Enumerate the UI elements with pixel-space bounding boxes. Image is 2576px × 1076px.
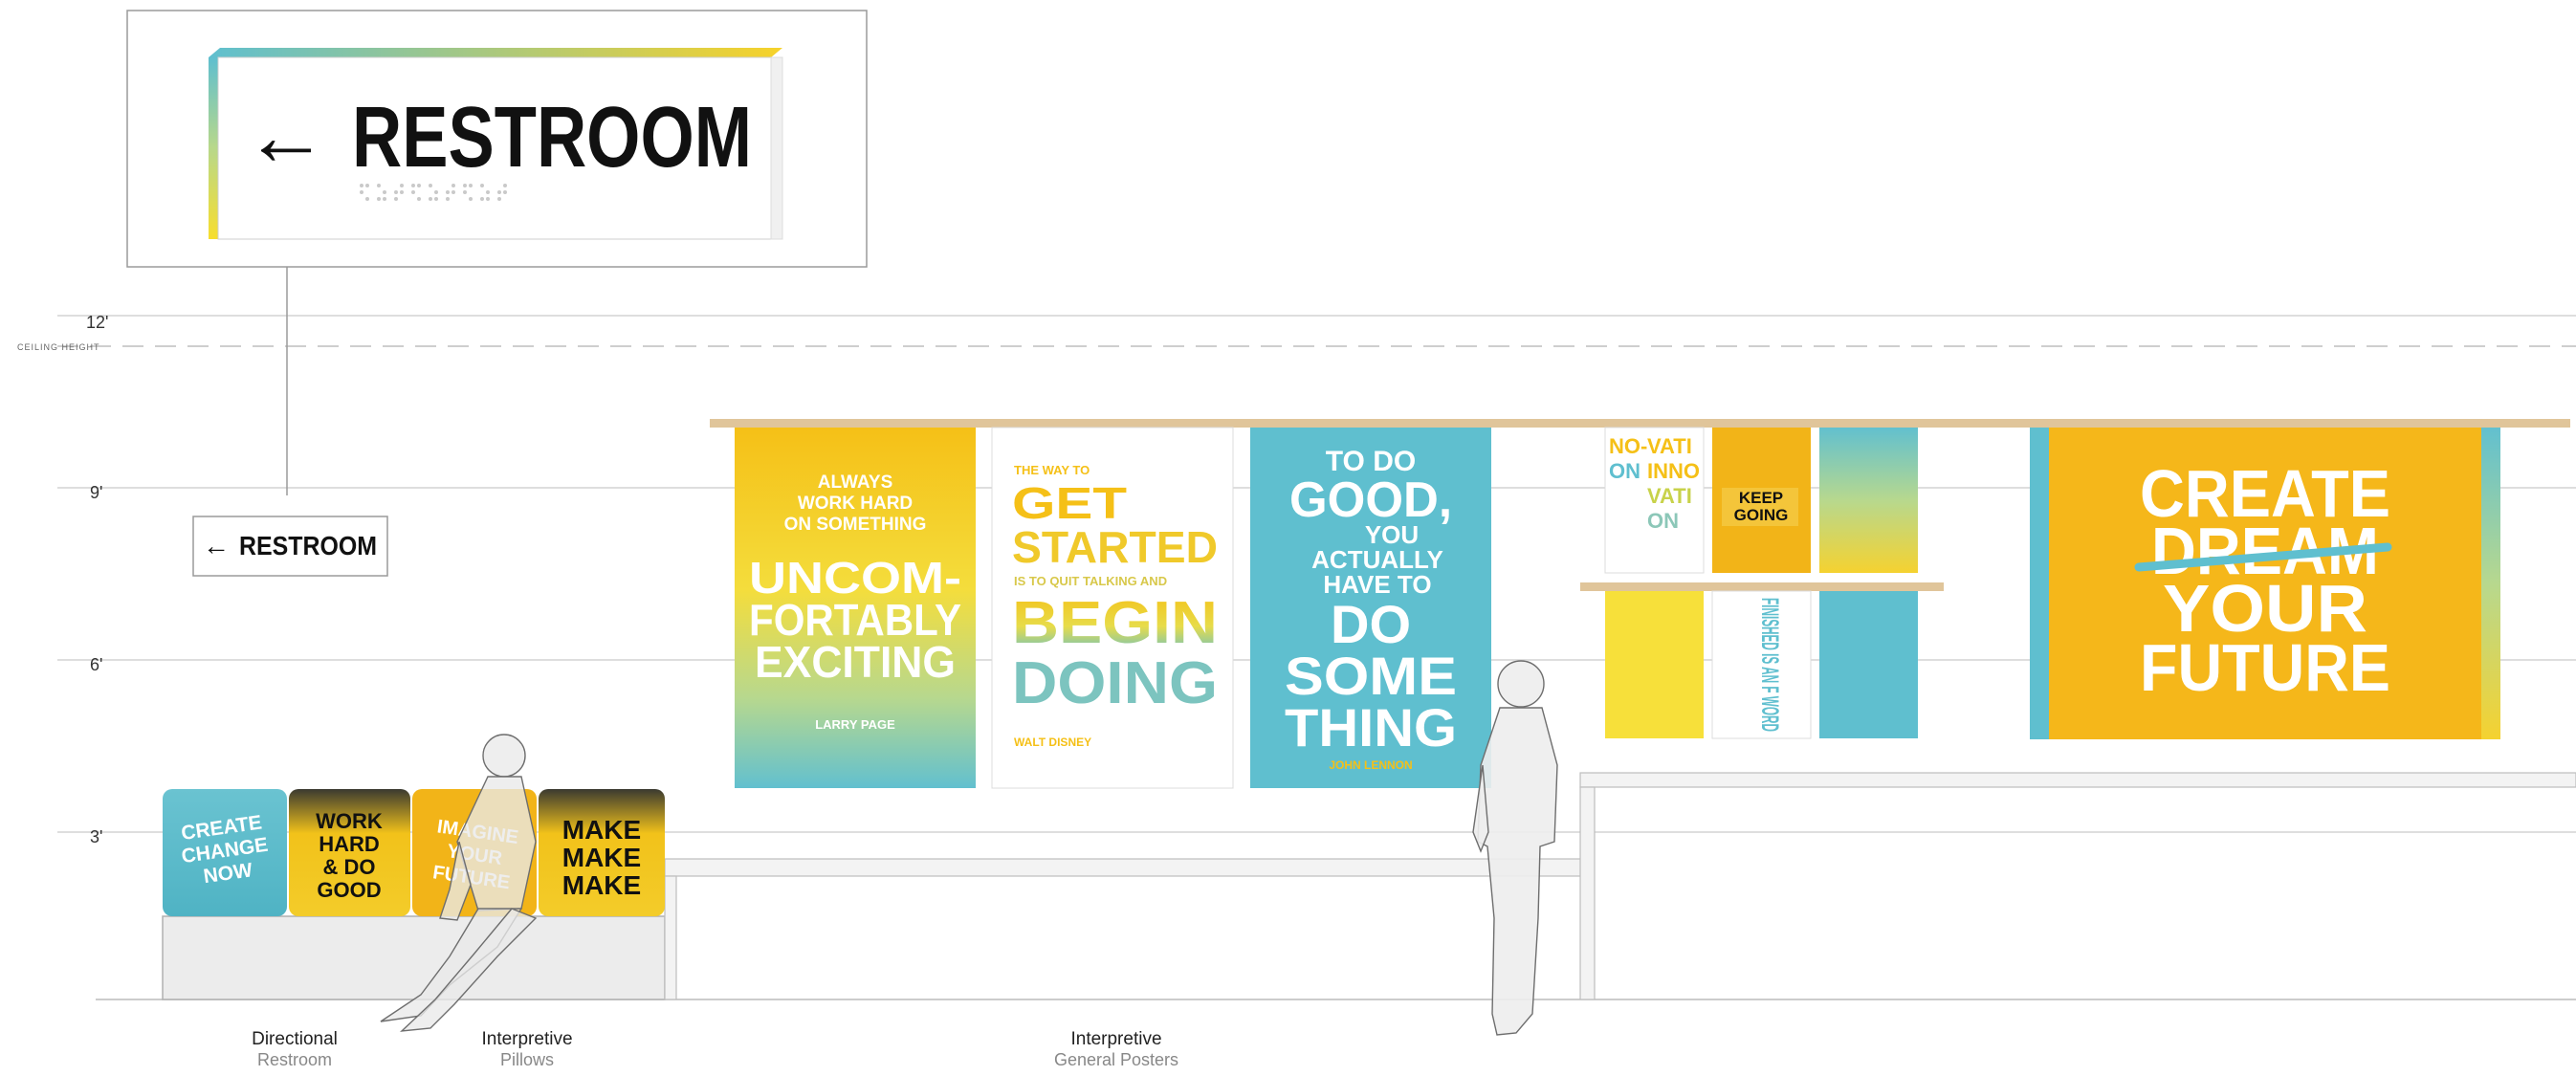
svg-text:MAKE: MAKE — [562, 843, 641, 872]
svg-text:VATI: VATI — [1647, 484, 1692, 508]
caption-pillows-sub: Pillows — [500, 1050, 554, 1069]
small-restroom-sign: ← RESTROOM — [192, 516, 388, 577]
svg-text:THING: THING — [1285, 697, 1457, 758]
svg-text:GOING: GOING — [1734, 506, 1789, 524]
svg-text:MAKE: MAKE — [562, 815, 641, 845]
height-3ft: 3' — [90, 827, 102, 846]
svg-text:THE WAY TO: THE WAY TO — [1014, 463, 1090, 477]
svg-text:ON: ON — [1609, 459, 1640, 483]
detail-sign: ← RESTROOM — [209, 48, 783, 240]
poster-2: THE WAY TO GET STARTED IS TO QUIT TALKIN… — [991, 427, 1234, 789]
svg-text:ON: ON — [1647, 509, 1679, 533]
svg-text:WORK: WORK — [316, 809, 383, 833]
big-poster: CREATE DREAM YOUR FUTURE — [2030, 428, 2500, 739]
poster-1: ALWAYS WORK HARD ON SOMETHING UNCOM- FOR… — [735, 428, 976, 788]
small-poster-innovation: NO- VATI ON INNO VATI ON — [1604, 427, 1705, 574]
svg-text:GET: GET — [1012, 478, 1127, 528]
caption-directional-sub: Restroom — [257, 1050, 332, 1069]
svg-text:KEEP: KEEP — [1739, 489, 1783, 507]
small-poster-keep-going: KEEP GOING — [1712, 428, 1811, 573]
svg-text:MAKE: MAKE — [562, 870, 641, 900]
height-9ft: 9' — [90, 483, 102, 502]
height-labels: 12' CEILING HEIGHT 9' 6' 3' — [17, 313, 108, 846]
pillow-4: MAKE MAKE MAKE — [539, 789, 665, 916]
svg-text:JOHN LENNON: JOHN LENNON — [1329, 758, 1412, 772]
svg-text:BEGIN: BEGIN — [1012, 590, 1218, 656]
svg-text:FINISHED IS AN F WORD: FINISHED IS AN F WORD — [1756, 598, 1783, 732]
svg-text:GOOD: GOOD — [317, 878, 381, 902]
small-poster-gradient-1 — [1819, 428, 1918, 573]
svg-text:WALT DISNEY: WALT DISNEY — [1014, 736, 1091, 749]
height-6ft: 6' — [90, 655, 102, 674]
captions: Directional Restroom Interpretive Pillow… — [252, 1029, 1178, 1069]
small-poster-yellow — [1605, 591, 1704, 738]
small-poster-finished: FINISHED IS AN F WORD — [1711, 590, 1812, 739]
svg-text:VATI: VATI — [1647, 434, 1692, 458]
pillow-2: WORK HARD & DO GOOD — [289, 789, 410, 916]
pillow-1: CREATE CHANGE NOW — [163, 789, 287, 916]
caption-directional-title: Directional — [252, 1029, 338, 1049]
svg-text:HARD: HARD — [319, 832, 380, 856]
caption-posters-title: Interpretive — [1070, 1029, 1161, 1049]
svg-text:LARRY PAGE: LARRY PAGE — [815, 717, 895, 732]
svg-text:ON SOMETHING: ON SOMETHING — [784, 515, 927, 535]
svg-text:FUTURE: FUTURE — [2140, 630, 2390, 705]
svg-text:WORK HARD: WORK HARD — [798, 494, 913, 514]
svg-text:IS TO QUIT TALKING AND: IS TO QUIT TALKING AND — [1014, 574, 1167, 588]
caption-pillows-title: Interpretive — [481, 1029, 572, 1049]
detail-sign-arrow: ← — [244, 88, 328, 183]
ceiling-height-label: CEILING HEIGHT — [17, 342, 100, 352]
small-sign-arrow: ← — [203, 531, 230, 560]
poster-shelf — [1580, 582, 1944, 591]
poster-3: TO DO GOOD, YOU ACTUALLY HAVE TO DO SOME… — [1250, 428, 1491, 788]
height-12ft: 12' — [86, 313, 108, 332]
right-platform — [1579, 772, 2576, 1000]
svg-text:DOING: DOING — [1012, 650, 1218, 716]
small-sign-text: RESTROOM — [239, 531, 377, 560]
detail-sign-text: RESTROOM — [352, 90, 752, 186]
poster-rail — [710, 419, 2570, 428]
svg-text:EXCITING: EXCITING — [755, 637, 956, 687]
svg-text:INNO: INNO — [1647, 459, 1700, 483]
caption-posters-sub: General Posters — [1054, 1050, 1178, 1069]
svg-text:STARTED: STARTED — [1012, 522, 1218, 572]
svg-text:& DO: & DO — [323, 855, 376, 879]
svg-text:ALWAYS: ALWAYS — [818, 472, 893, 493]
small-poster-teal — [1819, 591, 1918, 738]
svg-text:NO-: NO- — [1609, 434, 1647, 458]
elevation-drawing: ← RESTROOM ← RESTROOM 12' CEILING HEIGHT… — [17, 10, 2576, 1069]
